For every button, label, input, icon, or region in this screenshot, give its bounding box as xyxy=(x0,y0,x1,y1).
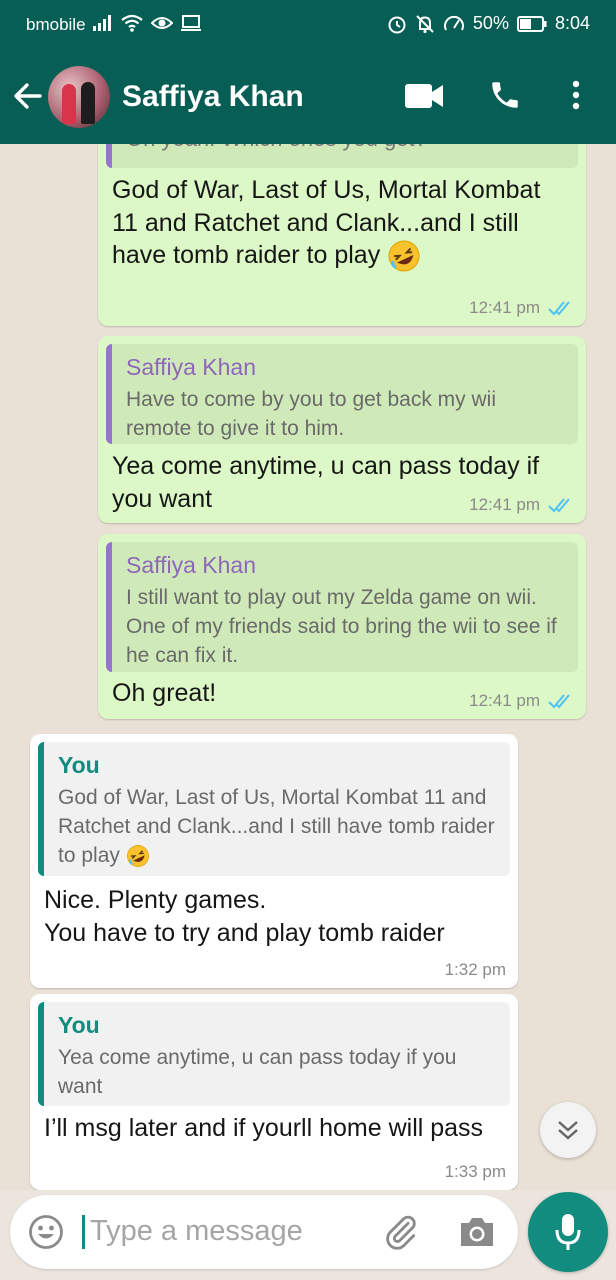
voice-call-icon[interactable] xyxy=(488,78,522,112)
battery-icon xyxy=(516,15,547,32)
read-ticks-icon xyxy=(548,498,570,513)
emoji-icon[interactable] xyxy=(28,1214,64,1250)
quoted-message[interactable]: You Yea come anytime, u can pass today i… xyxy=(38,1002,510,1106)
message-time: 1:32 pm xyxy=(444,960,506,979)
quoted-text: Yea come anytime, u can pass today if yo… xyxy=(58,1046,457,1098)
microphone-icon xyxy=(555,1214,581,1250)
more-options-icon[interactable] xyxy=(570,80,582,110)
camera-icon[interactable] xyxy=(458,1215,496,1249)
status-icons-right: 50% 8:04 xyxy=(387,13,590,34)
message-meta: 12:41 pm xyxy=(469,495,574,515)
battery-percent: 50% xyxy=(472,13,509,33)
message-time: 12:41 pm xyxy=(469,298,540,317)
incoming-message[interactable]: You Yea come anytime, u can pass today i… xyxy=(30,994,518,1190)
outgoing-message[interactable]: Saffiya Khan Have to come by you to get … xyxy=(98,336,586,523)
voice-message-button[interactable] xyxy=(528,1192,608,1272)
status-bar: bmobile 50% 8:04 xyxy=(0,0,616,48)
message-text: Nice. Plenty games. You have to try and … xyxy=(44,886,445,947)
wifi-icon xyxy=(121,14,143,32)
contact-name[interactable]: Saffiya Khan xyxy=(122,80,304,114)
signal-icon xyxy=(93,15,111,31)
incoming-message[interactable]: You God of War, Last of Us, Mortal Komba… xyxy=(30,734,518,988)
message-meta: 1:32 pm xyxy=(445,960,506,980)
attach-icon[interactable] xyxy=(382,1213,420,1251)
scroll-to-bottom-button[interactable] xyxy=(540,1102,596,1158)
read-ticks-icon xyxy=(548,301,570,316)
quoted-message[interactable]: Saffiya Khan I still want to play out my… xyxy=(106,542,578,672)
rolling-laughing-emoji-icon xyxy=(388,240,420,272)
avatar[interactable] xyxy=(48,66,110,128)
data-saver-icon xyxy=(443,15,464,30)
quoted-author: You xyxy=(58,1012,100,1038)
outgoing-message[interactable]: Oh yeah. Which ones you got? God of War,… xyxy=(98,144,586,326)
message-time: 12:41 pm xyxy=(469,691,540,710)
carrier-label: bmobile xyxy=(26,15,86,34)
screen-mirror-icon xyxy=(181,15,201,31)
quoted-message[interactable]: Oh yeah. Which ones you got? xyxy=(106,144,578,168)
read-ticks-icon xyxy=(548,694,570,709)
quoted-text: God of War, Last of Us, Mortal Kombat 11… xyxy=(58,783,498,870)
message-list[interactable]: Oh yeah. Which ones you got? God of War,… xyxy=(0,144,616,1190)
quoted-author: Saffiya Khan xyxy=(126,354,257,380)
message-meta: 1:33 pm xyxy=(445,1162,506,1182)
message-time: 12:41 pm xyxy=(469,495,540,514)
message-input[interactable] xyxy=(90,1211,370,1251)
outgoing-message[interactable]: Saffiya Khan I still want to play out my… xyxy=(98,534,586,719)
quoted-message[interactable]: Saffiya Khan Have to come by you to get … xyxy=(106,344,578,444)
message-meta: 12:41 pm xyxy=(469,691,574,711)
double-chevron-down-icon xyxy=(558,1121,578,1140)
video-call-icon[interactable] xyxy=(405,84,443,108)
chat-header: Saffiya Khan xyxy=(0,48,616,144)
quoted-author: Saffiya Khan xyxy=(126,552,257,578)
quoted-message[interactable]: You God of War, Last of Us, Mortal Komba… xyxy=(38,742,510,876)
rolling-laughing-emoji-icon xyxy=(126,845,149,868)
quoted-text: Have to come by you to get back my wii r… xyxy=(126,388,496,440)
message-text: I’ll msg later and if yourll home will p… xyxy=(44,1114,484,1142)
quoted-author: You xyxy=(58,752,100,778)
message-meta: 12:41 pm xyxy=(469,298,574,318)
alarm-icon xyxy=(388,16,406,33)
message-composer xyxy=(10,1195,518,1269)
eye-icon xyxy=(151,17,173,29)
quoted-text: I still want to play out my Zelda game o… xyxy=(126,586,557,667)
text-cursor xyxy=(82,1215,85,1249)
quoted-text: Oh yeah. Which ones you got? xyxy=(126,144,566,153)
clock: 8:04 xyxy=(554,13,590,33)
message-text: God of War, Last of Us, Mortal Kombat 11… xyxy=(112,174,572,273)
mute-icon xyxy=(416,14,434,33)
status-icons-left xyxy=(93,14,201,32)
message-time: 1:33 pm xyxy=(444,1162,506,1181)
back-arrow-icon[interactable] xyxy=(12,80,44,112)
